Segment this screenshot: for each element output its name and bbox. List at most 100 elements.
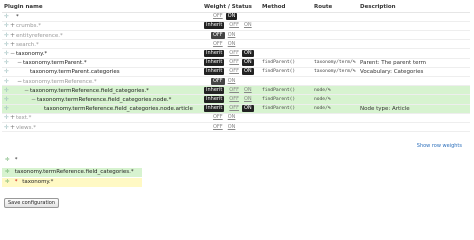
- off-toggle[interactable]: OFF: [211, 31, 225, 39]
- off-toggle[interactable]: OFF: [227, 22, 241, 29]
- plugin-row: ✛ −taxonomy.termReference.* OFF ON: [2, 76, 470, 87]
- route-cell: [312, 30, 358, 41]
- plugin-row: ✛ taxonomy.termReference.field_categories…: [2, 104, 470, 114]
- off-toggle[interactable]: OFF: [227, 59, 241, 66]
- plugin-name-label: *: [16, 14, 19, 21]
- inherit-button[interactable]: Inherit: [204, 86, 225, 94]
- method-cell: findParent(): [260, 58, 312, 68]
- inherit-button[interactable]: Inherit: [204, 22, 225, 30]
- changed-star-icon: *: [14, 179, 18, 185]
- description-cell: [358, 39, 470, 50]
- plugin-name-label: taxonomy.termParent.*: [23, 60, 87, 67]
- off-toggle[interactable]: OFF: [211, 124, 225, 131]
- plugin-row: ✛+views.* OFF ON: [2, 122, 470, 133]
- drag-handle-icon[interactable]: ✛: [2, 178, 13, 187]
- plugin-row: ✛ taxonomy.termParent.categories Inherit OF…: [2, 67, 470, 78]
- drag-handle-icon[interactable]: ✛: [4, 78, 10, 85]
- plugin-name-cell: ✛ −taxonomy.termReference.field_categorie…: [2, 94, 202, 105]
- on-toggle[interactable]: ON: [226, 114, 238, 121]
- plugin-name-cell: ✛ −taxonomy.termReference.field_categorie…: [2, 85, 202, 96]
- description-cell: [358, 85, 470, 96]
- off-toggle[interactable]: OFF: [211, 41, 225, 48]
- plugin-name-label: crumbs.*: [16, 23, 41, 30]
- off-toggle[interactable]: OFF: [227, 105, 241, 112]
- drag-handle-icon[interactable]: ✛: [4, 87, 10, 94]
- method-cell: [260, 21, 312, 32]
- off-toggle[interactable]: OFF: [211, 77, 225, 85]
- inherit-button[interactable]: Inherit: [204, 68, 225, 76]
- on-toggle[interactable]: ON: [242, 87, 254, 94]
- description-cell: Parent: The parent term: [358, 58, 470, 68]
- weight-status-cell: OFF ON: [202, 30, 260, 41]
- off-toggle[interactable]: OFF: [227, 87, 241, 94]
- plugin-name-label: taxonomy.termReference.*: [23, 78, 97, 85]
- route-cell: taxonomy/term/%: [312, 58, 358, 68]
- plugin-row: ✛ * OFF ON: [2, 12, 470, 22]
- bottom-list-label: taxonomy.termReference.field_categories.…: [14, 169, 134, 175]
- plugin-row: ✛ −taxonomy.termReference.field_categorie…: [2, 94, 470, 105]
- inherit-button[interactable]: Inherit: [204, 105, 225, 113]
- on-toggle[interactable]: ON: [225, 13, 238, 21]
- route-cell: node/%: [312, 94, 358, 105]
- save-configuration-button[interactable]: Save configuration: [4, 198, 60, 208]
- method-cell: [260, 48, 312, 59]
- inherit-button[interactable]: Inherit: [204, 50, 225, 58]
- method-cell: [260, 122, 312, 133]
- weight-status-cell: OFF ON: [202, 12, 260, 22]
- description-cell: Vocabulary: Categories: [358, 67, 470, 78]
- plugin-name-label: text.*: [16, 115, 32, 122]
- plugin-name-label: taxonomy.termParent.categories: [30, 69, 120, 76]
- route-cell: [312, 39, 358, 50]
- plugin-name-label: search.*: [16, 41, 39, 48]
- on-toggle[interactable]: ON: [226, 78, 238, 85]
- plugin-name-cell: ✛ −taxonomy.termParent.*: [2, 58, 202, 68]
- on-toggle[interactable]: ON: [242, 22, 254, 29]
- plugin-name-label: taxonomy.*: [16, 51, 48, 58]
- weight-status-cell: Inherit OFF ON: [202, 94, 260, 105]
- on-toggle[interactable]: ON: [241, 50, 254, 58]
- method-cell: findParent(): [260, 94, 312, 105]
- on-toggle[interactable]: ON: [226, 41, 238, 48]
- route-cell: [312, 48, 358, 59]
- on-toggle[interactable]: ON: [226, 32, 238, 39]
- bottom-list-item: ✛ taxonomy.termReference.field_categorie…: [2, 168, 142, 177]
- drag-handle-icon[interactable]: ✛: [2, 168, 13, 177]
- method-cell: findParent(): [260, 85, 312, 96]
- plugin-row: ✛+entityreference.* OFF ON: [2, 30, 470, 41]
- plugin-name-cell: ✛+entityreference.*: [2, 30, 202, 41]
- plugin-name-cell: ✛+search.*: [2, 39, 202, 50]
- on-toggle[interactable]: ON: [241, 68, 254, 76]
- on-toggle[interactable]: ON: [241, 59, 254, 67]
- drag-handle-icon[interactable]: ✛: [4, 59, 10, 66]
- plugin-row: ✛−taxonomy.* Inherit OFF ON: [2, 48, 470, 59]
- method-cell: [260, 12, 312, 22]
- weight-status-cell: Inherit OFF ON: [202, 85, 260, 96]
- off-toggle[interactable]: OFF: [227, 50, 241, 57]
- show-row-weights-link[interactable]: Show row weights: [417, 143, 462, 149]
- route-cell: [312, 21, 358, 32]
- col-header-weight-status: Weight / Status: [202, 3, 260, 13]
- drag-handle-icon[interactable]: ✛: [4, 68, 10, 75]
- bottom-list-label: *: [14, 157, 18, 163]
- on-toggle[interactable]: ON: [241, 105, 254, 113]
- off-toggle[interactable]: OFF: [211, 13, 225, 20]
- route-cell: [312, 12, 358, 22]
- route-cell: taxonomy/term/%: [312, 67, 358, 78]
- method-cell: [260, 76, 312, 87]
- inherit-button[interactable]: Inherit: [204, 59, 225, 67]
- on-toggle[interactable]: ON: [226, 124, 238, 131]
- plugin-name-cell: ✛ *: [2, 12, 202, 22]
- on-toggle[interactable]: ON: [242, 96, 254, 103]
- off-toggle[interactable]: OFF: [227, 68, 241, 75]
- inherit-button[interactable]: Inherit: [204, 95, 225, 103]
- description-cell: [358, 30, 470, 41]
- off-toggle[interactable]: OFF: [227, 96, 241, 103]
- method-cell: [260, 113, 312, 123]
- drag-handle-icon[interactable]: ✛: [2, 156, 13, 165]
- drag-handle-icon[interactable]: ✛: [4, 96, 10, 103]
- drag-handle-icon[interactable]: ✛: [4, 105, 10, 112]
- off-toggle[interactable]: OFF: [211, 114, 225, 121]
- bottom-list-label: taxonomy.*: [22, 179, 54, 185]
- drag-handle-icon[interactable]: ✛: [4, 13, 10, 20]
- route-cell: [312, 113, 358, 123]
